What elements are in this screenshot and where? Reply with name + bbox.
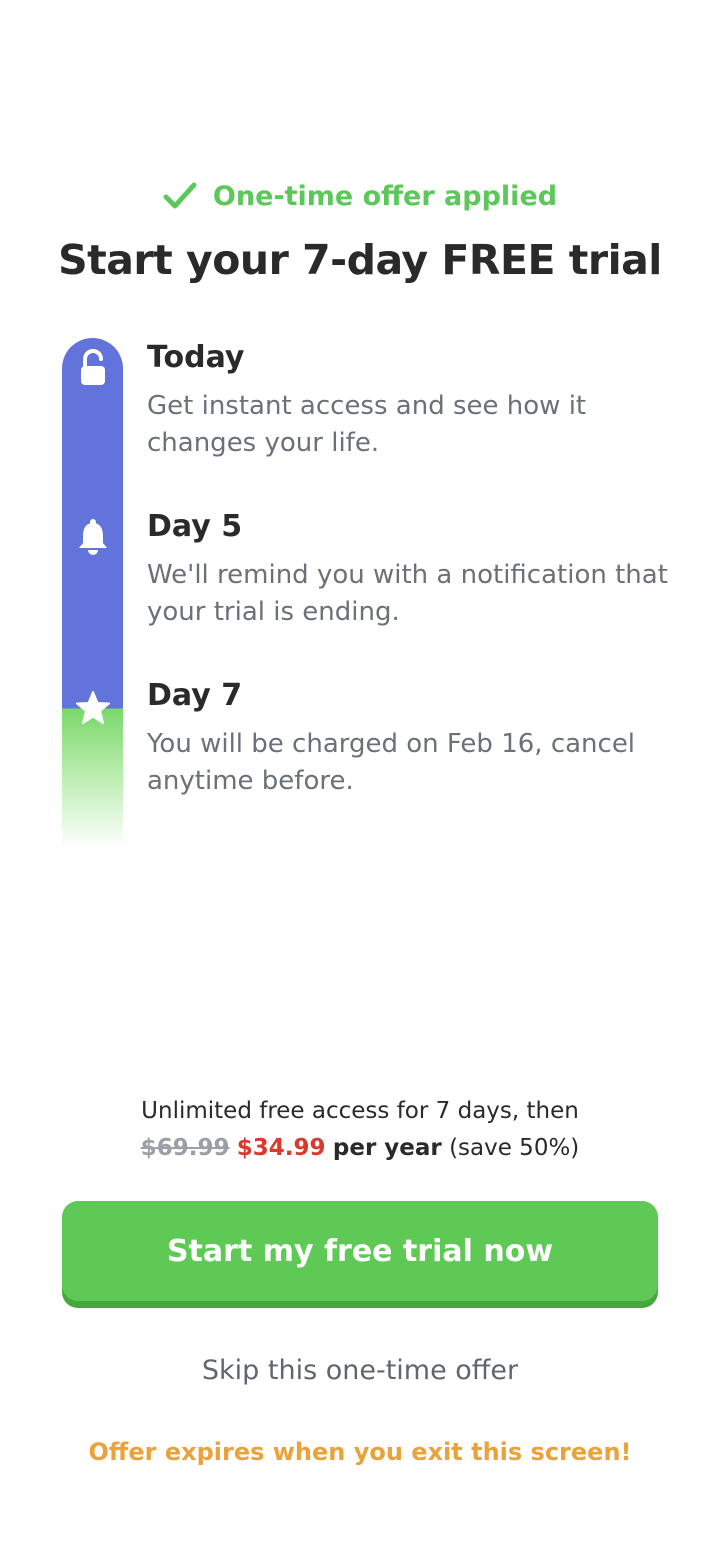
original-price: $69.99 [140,1135,230,1161]
pricing-summary: Unlimited free access for 7 days, then $… [0,1093,720,1167]
pricing-line: $69.99 $34.99 per year (save 50%) [0,1130,720,1167]
bell-icon [62,518,123,556]
savings-note: (save 50%) [449,1135,580,1161]
unlock-icon [62,349,123,387]
step-title-day-5: Day 5 [147,509,243,544]
star-icon [62,690,123,726]
start-free-trial-button[interactable]: Start my free trial now [62,1201,658,1301]
step-title-today: Today [147,340,245,375]
offer-expiry-notice: Offer expires when you exit this screen! [88,1438,632,1466]
step-title-day-7: Day 7 [147,678,243,713]
discounted-price: $34.99 [236,1135,326,1161]
pricing-intro: Unlimited free access for 7 days, then [141,1098,579,1124]
timeline-track [62,338,123,848]
step-description-today: Get instant access and see how it change… [147,391,587,458]
check-icon [163,181,197,211]
skip-offer-link[interactable]: Skip this one-time offer [0,1355,720,1386]
step-description-day-5: We'll remind you with a notification tha… [147,560,668,627]
offer-applied-banner: One-time offer applied [0,176,720,216]
billing-period: per year [332,1135,442,1161]
page-title: Start your 7-day FREE trial [58,236,662,284]
step-description-day-7: You will be charged on Feb 16, cancel an… [147,729,636,796]
offer-applied-label: One-time offer applied [212,180,558,212]
